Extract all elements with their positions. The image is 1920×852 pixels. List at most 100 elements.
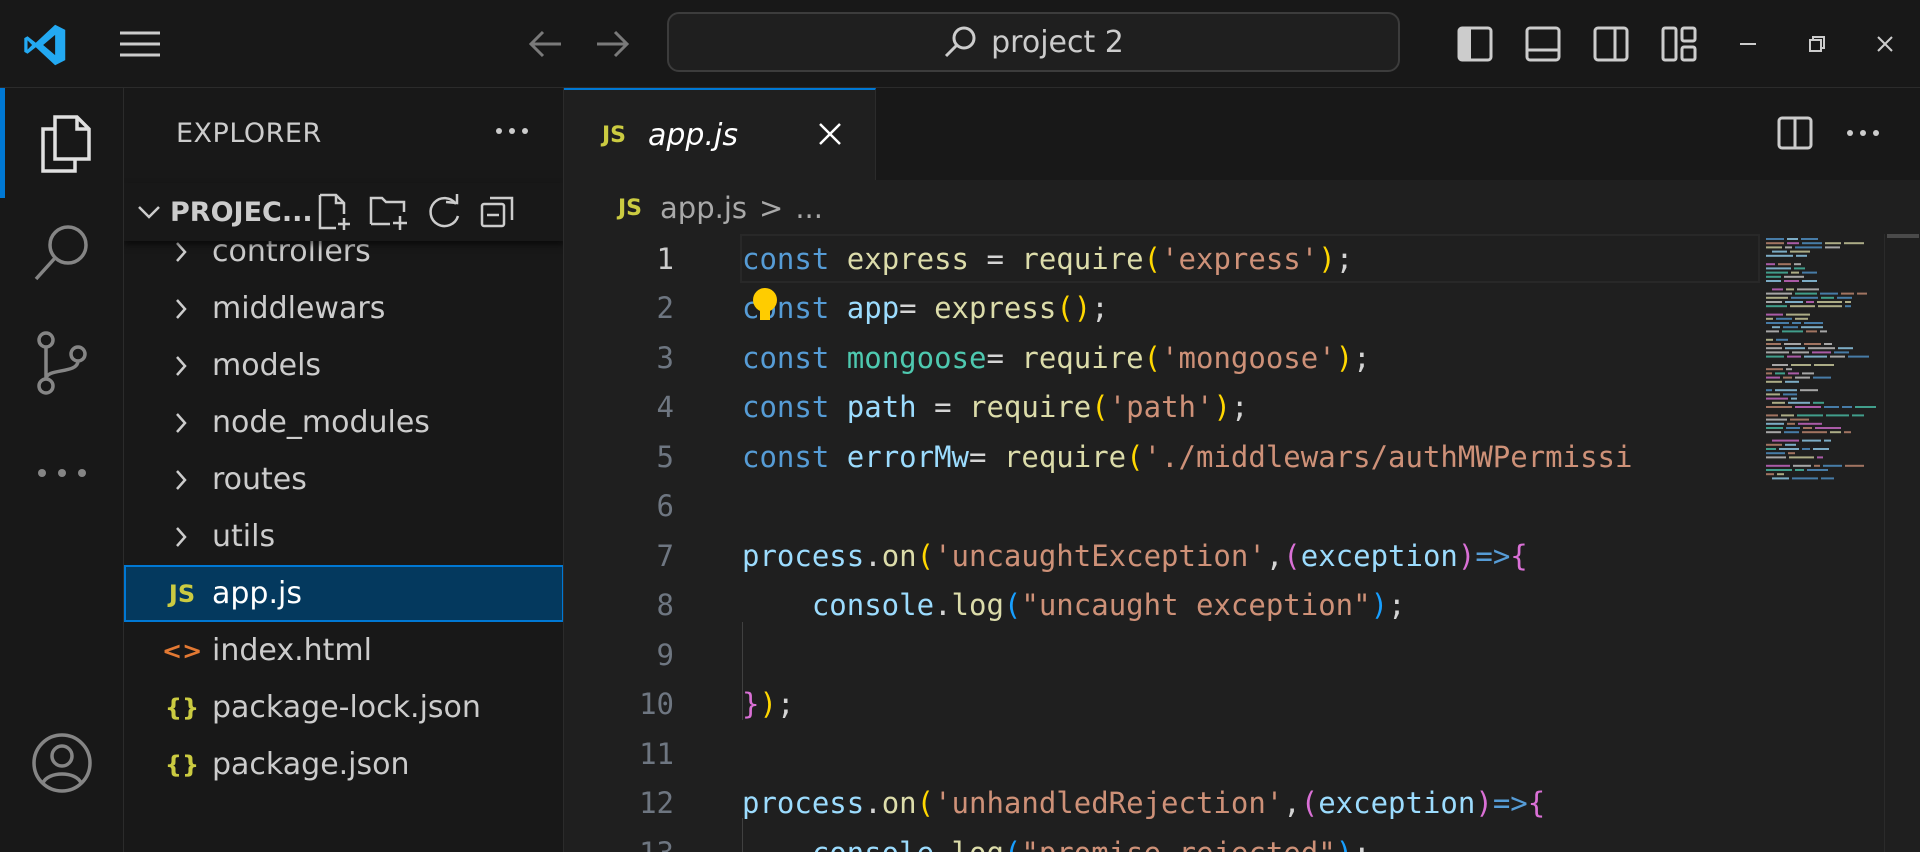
code-text: process.on('uncaughtException',(exceptio… [742,538,1528,573]
command-center-search[interactable]: project 2 [667,12,1400,72]
tree-label: routes [212,462,307,497]
tree-folder-node-modules[interactable]: node_modules [124,394,563,451]
tree-file-index-html[interactable]: <> index.html [124,622,563,679]
code-line[interactable]: 11 [564,729,1760,778]
menu-icon[interactable] [112,22,168,66]
code-text: console.log("uncaught exception"); [811,588,1406,622]
ellipsis-icon [36,468,88,478]
files-icon [35,111,95,175]
chevron-right-icon [174,280,198,337]
file-tree: controllers middlewars models node_modul… [124,223,563,793]
code-line[interactable]: 6 [564,482,1760,531]
toggle-primary-sidebar-icon[interactable] [1452,22,1498,66]
tree-label: utils [212,519,276,554]
javascript-file-icon: JS [602,122,627,148]
project-section-label: PROJEC... [170,196,313,228]
tree-label: node_modules [212,405,430,440]
new-file-icon[interactable] [314,192,354,232]
code-line[interactable]: 10}); [564,680,1760,729]
title-bar: project 2 [0,0,1920,88]
split-editor-icon[interactable] [1770,110,1820,156]
toggle-panel-icon[interactable] [1520,22,1566,66]
close-window-icon[interactable] [1862,22,1908,66]
minimize-icon[interactable] [1725,22,1771,66]
code-line[interactable]: 8 console.log("uncaught exception"); [564,581,1760,630]
ellipsis-icon [496,128,528,134]
code-line[interactable]: 3 const mongoose= require('mongoose'); [564,333,1760,382]
activity-bar [0,88,124,852]
tree-label: app.js [212,576,302,611]
editor-area: JS app.js JS app.js > ... 1 const express… [564,88,1920,852]
tree-file-package-json[interactable]: {} package.json [124,736,563,793]
toggle-secondary-sidebar-icon[interactable] [1588,22,1634,66]
editor-vertical-scrollbar[interactable] [1884,234,1920,852]
code-line[interactable]: 7 process.on('uncaughtException',(excepti… [564,531,1760,580]
minimap[interactable] [1760,234,1884,852]
refresh-icon[interactable] [424,192,464,232]
tree-label: models [212,348,322,383]
chevron-right-icon [174,451,198,508]
source-control-icon [34,330,90,396]
tab-app-js[interactable]: JS app.js [564,88,876,180]
line-number: 3 [656,340,674,375]
close-tab-icon[interactable] [816,120,844,148]
source-control-view-button[interactable] [0,308,124,418]
chevron-right-icon [174,394,198,451]
editor-more-actions-icon[interactable] [1838,110,1888,156]
code-text: const errorMw= require('./middlewars/aut… [742,439,1633,474]
breadcrumb-file[interactable]: app.js [660,191,747,225]
customize-layout-icon[interactable] [1656,22,1702,66]
code-line[interactable]: 4 const path = require('path'); [564,383,1760,432]
back-arrow-icon[interactable] [522,22,568,66]
json-file-icon: {} [164,750,200,779]
javascript-file-icon: JS [168,579,196,608]
code-line[interactable]: 2 const app= express(); [564,284,1760,333]
code-line[interactable]: 1 const express = require('express'); [564,234,1760,283]
breadcrumb-separator: > [759,191,784,225]
code-editor[interactable]: 1 const express = require('express'); 2 con… [564,234,1760,852]
line-number: 9 [656,637,674,672]
forward-arrow-icon[interactable] [590,22,636,66]
collapse-all-icon[interactable] [478,192,518,232]
search-icon [30,221,94,285]
code-text: const app= express(); [742,291,1109,325]
project-section-header[interactable]: PROJEC... [124,183,563,241]
breadcrumb-rest[interactable]: ... [795,191,823,225]
chevron-right-icon [174,337,198,394]
explorer-more-actions-button[interactable] [482,106,542,156]
code-line[interactable]: 12 process.on('unhandledRejection',(excep… [564,779,1760,828]
explorer-sidebar: EXPLORER controllers middlewars models n… [124,88,564,852]
search-view-button[interactable] [0,198,124,308]
search-icon [943,25,977,59]
code-line[interactable]: 5 const errorMw= require('./middlewars/au… [564,432,1760,481]
explorer-view-button[interactable] [0,88,124,198]
editor-tab-bar: JS app.js [564,88,1920,180]
line-number: 5 [656,439,674,474]
scrollbar-thumb[interactable] [1887,234,1919,238]
line-number: 8 [656,588,674,622]
html-file-icon: <> [162,636,203,665]
tree-folder-models[interactable]: models [124,337,563,394]
new-folder-icon[interactable] [368,192,410,232]
tree-file-app-js[interactable]: JS app.js [124,565,563,622]
code-text: }); [742,687,795,721]
breadcrumb: JS app.js > ... [618,186,823,230]
code-text: console.log("promise rejected"); [742,836,1371,852]
tree-file-package-lock-json[interactable]: {} package-lock.json [124,679,563,736]
code-line[interactable]: 13 console.log("promise rejected"); [564,828,1760,852]
tree-folder-routes[interactable]: routes [124,451,563,508]
javascript-file-icon: JS [618,195,643,221]
more-views-button[interactable] [0,418,124,528]
accounts-button[interactable] [0,708,124,818]
code-line[interactable]: 9 [564,630,1760,679]
restore-icon[interactable] [1794,22,1840,66]
line-number: 11 [639,736,674,771]
tree-label: middlewars [212,291,386,326]
tree-folder-utils[interactable]: utils [124,508,563,565]
tree-folder-middlewars[interactable]: middlewars [124,280,563,337]
code-text: const mongoose= require('mongoose'); [742,340,1371,375]
code-text: process.on('unhandledRejection',(excepti… [742,786,1546,820]
vscode-logo-icon [18,18,72,72]
lightbulb-icon[interactable] [750,286,780,330]
explorer-title: EXPLORER [176,118,322,149]
